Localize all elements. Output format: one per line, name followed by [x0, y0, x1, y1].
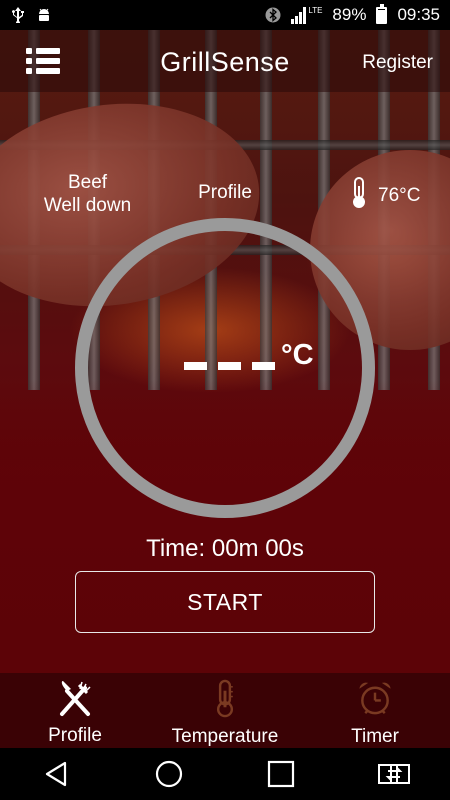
tab-temperature[interactable]: Temperature — [150, 673, 300, 748]
dual-window-icon[interactable] — [374, 754, 414, 794]
android-icon — [36, 7, 52, 23]
recent-apps-icon[interactable] — [261, 754, 301, 794]
bluetooth-icon — [265, 7, 281, 23]
bottom-tab-bar: Profile Temperature Timer — [0, 673, 450, 748]
battery-percent: 89% — [332, 5, 367, 24]
tab-profile[interactable]: Profile — [0, 673, 150, 748]
ambient-temperature: 76°C — [348, 176, 420, 216]
elapsed-time: Time: 00m 00s — [146, 535, 304, 562]
app-header: GrillSense Register — [0, 30, 450, 92]
temperature-reading-placeholder — [184, 362, 275, 370]
tab-label: Timer — [351, 726, 399, 747]
meat-type: Beef — [67, 172, 108, 193]
thermometer-icon — [216, 679, 234, 718]
signal-icon — [291, 6, 307, 24]
doneness: Well down — [43, 195, 132, 216]
temperature-unit: °C — [281, 339, 314, 371]
back-icon[interactable] — [36, 754, 76, 794]
tab-label: Temperature — [171, 726, 279, 747]
register-link[interactable]: Register — [362, 52, 433, 74]
ambient-temp-value: 76°C — [378, 185, 421, 206]
meat-info[interactable]: Beef Well down — [30, 171, 145, 217]
network-type: LTE — [308, 5, 323, 15]
tab-timer[interactable]: Timer — [300, 673, 450, 748]
tab-label: Profile — [48, 725, 102, 746]
status-bar: LTE 89% 09:35 — [0, 0, 450, 30]
thermometer-flame-icon — [348, 176, 370, 216]
system-nav-bar — [0, 748, 450, 800]
usb-icon — [10, 7, 26, 25]
battery-icon — [376, 3, 388, 24]
clock: 09:35 — [397, 5, 440, 24]
profile-label: Profile — [198, 182, 252, 203]
alarm-clock-icon — [359, 682, 391, 715]
fork-knife-icon — [60, 681, 91, 716]
start-button[interactable]: START — [75, 571, 375, 633]
home-icon[interactable] — [149, 754, 189, 794]
